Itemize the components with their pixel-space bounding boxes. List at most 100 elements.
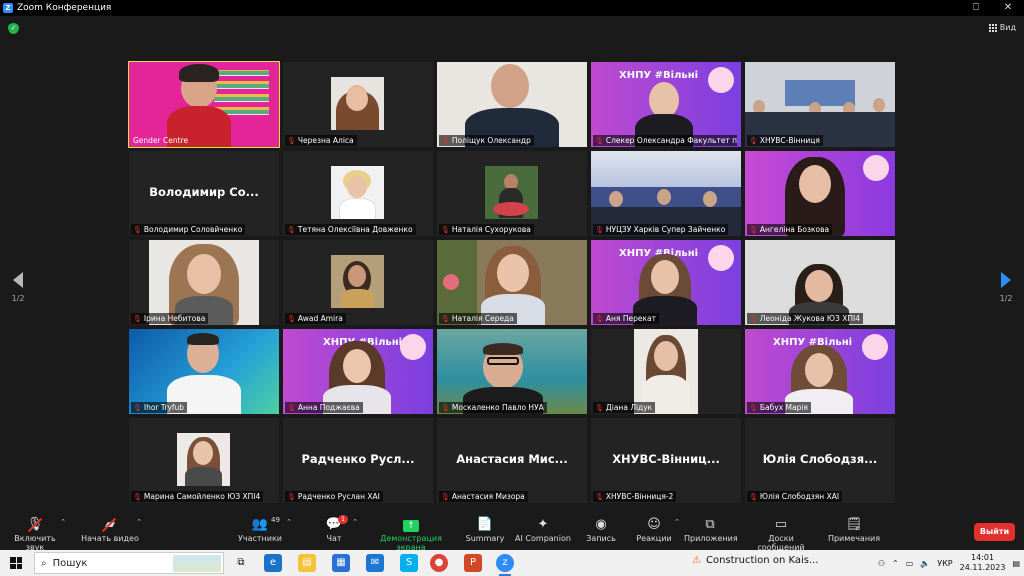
skype-icon[interactable]: S [400, 554, 418, 572]
unmute-button[interactable]: 🎙 ⌃ Включить звук [4, 516, 66, 552]
video-options-chevron-icon[interactable]: ⌃ [136, 518, 142, 526]
chat-button[interactable]: 💬 1 ⌃ Чат [318, 515, 358, 550]
participant-tile[interactable]: 🎙 Черезна Аліса [283, 62, 433, 147]
zoom-taskbar-icon[interactable]: z [496, 554, 514, 576]
participants-chevron-icon[interactable]: ⌃ [286, 518, 292, 526]
overflow-chevron-icon[interactable]: ⌃ [892, 559, 899, 568]
participant-tile[interactable]: ХНПУ #Вільні 🎙 Слекер Олександра Факульте… [591, 62, 741, 147]
participant-name: ХНУВС-Вінниця [759, 136, 820, 145]
summary-label: Summary [465, 534, 505, 543]
record-label: Запись [586, 534, 616, 543]
shield-icon[interactable]: ✓ [8, 23, 19, 34]
participant-tile[interactable]: Анастасия Мис... 🎙 Анастасия Мизора [437, 418, 587, 503]
next-page-button[interactable]: 1/2 [996, 272, 1016, 303]
participant-photo [177, 433, 230, 486]
store-icon[interactable]: ▦ [332, 554, 350, 572]
apps-icon: ⧉ [705, 517, 715, 532]
participant-tile[interactable]: 🎙 НУЦЗУ Харків Супер Зайченко [591, 151, 741, 236]
notifications-icon[interactable]: ▤ [1012, 559, 1020, 568]
volume-icon[interactable]: 🔈 [920, 559, 930, 568]
participant-tile[interactable]: 🎙 Awad Amira [283, 240, 433, 325]
participant-name: Наталія Середа [451, 314, 514, 323]
view-button[interactable]: Вид [988, 23, 1016, 32]
participant-name-tag: Gender Centre [131, 135, 191, 146]
participant-display-name: ХНУВС-Вінниц... [612, 452, 720, 466]
participant-tile[interactable]: Gender Centre [128, 61, 280, 148]
clock-date: 24.11.2023 [959, 563, 1006, 572]
participants-button[interactable]: 👥 49 ⌃ Участники [236, 516, 292, 550]
participant-name-tag: 🎙 Тетяна Олексіївна Довженко [285, 224, 416, 235]
task-view-icon[interactable]: ⧉ [232, 554, 250, 572]
participant-tile[interactable]: ХНПУ #Вільні 🎙 Бабух Марія [745, 329, 895, 414]
page-indicator-right: 1/2 [999, 294, 1013, 303]
windows-start-icon[interactable] [10, 557, 22, 569]
participant-tile[interactable]: 🎙 Ірина Небитова [129, 240, 279, 325]
participant-name: Анастасия Мизора [451, 492, 525, 501]
whiteboards-button[interactable]: ▭ Доски сообщений [744, 516, 818, 552]
ai-companion-button[interactable]: ✦ AI Companion [514, 516, 572, 550]
restore-window-button[interactable]: ⎕ [960, 0, 992, 16]
weather-news-widget[interactable]: ⚠ Construction on Kais... [692, 555, 819, 566]
summary-button[interactable]: 📄 Summary [464, 516, 506, 550]
edge-browser-icon[interactable]: e [264, 554, 282, 572]
keyboard-language[interactable]: УКР [937, 559, 952, 568]
muted-mic-icon: 🎙 [749, 403, 758, 412]
apps-button[interactable]: ⧉ Приложения [684, 516, 738, 550]
muted-mic-icon: 🎙 [133, 492, 142, 501]
participant-tile[interactable]: 🎙 Ihor Tryfub [129, 329, 279, 414]
participant-tile[interactable]: 🎙 Леоніда Жукова ЮЗ ХПІ4 [745, 240, 895, 325]
participant-tile[interactable]: Володимир Со... 🎙 Володимир Соловйченко [129, 151, 279, 236]
participant-tile[interactable]: Радченко Русл... 🎙 Радченко Руслан ХАІ [283, 418, 433, 503]
participant-tile[interactable]: 🎙 Москаленко Павло НУА [437, 329, 587, 414]
participant-tile[interactable]: 🎙 Наталія Середа [437, 240, 587, 325]
close-window-button[interactable]: ✕ [992, 0, 1024, 16]
participant-tile[interactable]: 🎙 ХНУВС-Вінниця [745, 62, 895, 147]
meeting-toolbar: 🎙 ⌃ Включить звук ▰ ⌃ Начать видео 👥 49 … [0, 514, 1024, 552]
participant-tile[interactable]: 🎙 Поліщук Олександр [437, 62, 587, 147]
participant-tile[interactable]: ХНПУ #Вільні 🎙 Анна Поджаєва [283, 329, 433, 414]
chrome-icon[interactable]: ● [430, 554, 448, 572]
participant-name-tag: 🎙 Москаленко Павло НУА [439, 402, 547, 413]
person-icon[interactable]: ⚇ [878, 559, 885, 568]
file-explorer-icon[interactable]: ▤ [298, 554, 316, 572]
participant-name-tag: 🎙 Анастасия Мизора [439, 491, 528, 502]
participant-name-tag: 🎙 Володимир Соловйченко [131, 224, 246, 235]
muted-mic-icon: 🎙 [133, 314, 142, 323]
taskbar-search-box[interactable]: ⌕ Пошук [34, 552, 224, 574]
participant-name-tag: 🎙 Наталія Середа [439, 313, 517, 324]
muted-mic-icon: 🎙 [441, 314, 450, 323]
previous-page-button[interactable]: 1/2 [8, 272, 28, 303]
audio-options-chevron-icon[interactable]: ⌃ [60, 518, 66, 526]
search-placeholder: Пошук [52, 557, 88, 569]
notes-button[interactable]: 🗒 Примечания [826, 516, 882, 550]
participant-tile[interactable]: 🎙 Тетяна Олексіївна Довженко [283, 151, 433, 236]
participant-tile[interactable]: 🎙 Ангеліна Бозкова [745, 151, 895, 236]
reactions-chevron-icon[interactable]: ⌃ [674, 518, 680, 526]
powerpoint-icon[interactable]: P [464, 554, 482, 572]
windows-taskbar: ⌕ Пошук ⧉ e ▤ ▦ ✉ S ● P z ⚠ Construction… [0, 550, 1024, 576]
participant-name: Юлія Слободзян ХАІ [759, 492, 840, 501]
mail-icon[interactable]: ✉ [366, 554, 384, 572]
share-screen-button[interactable]: ↑ Демонстрация экрана [366, 516, 456, 552]
participant-tile[interactable]: Юлія Слободзя... 🎙 Юлія Слободзян ХАІ [745, 418, 895, 503]
participant-tile[interactable]: ХНПУ #Вільні 🎙 Аня Перекат [591, 240, 741, 325]
reactions-button[interactable]: ☺ ⌃ Реакции [634, 516, 680, 550]
muted-mic-icon: 🎙 [595, 136, 604, 145]
participant-name-tag: 🎙 Ангеліна Бозкова [747, 224, 833, 235]
leave-button[interactable]: Выйти [974, 523, 1015, 541]
record-button[interactable]: ◉ Запись [584, 516, 618, 550]
participant-name-tag: 🎙 Марина Самойленко ЮЗ ХПІ4 [131, 491, 264, 502]
notes-label: Примечания [827, 534, 881, 543]
network-icon[interactable]: ▭ [906, 559, 914, 568]
start-video-button[interactable]: ▰ ⌃ Начать видео [78, 516, 142, 550]
chat-chevron-icon[interactable]: ⌃ [352, 518, 358, 526]
participant-tile[interactable]: ХНУВС-Вінниц... 🎙 ХНУВС-Вінниця-2 [591, 418, 741, 503]
taskbar-clock[interactable]: 14:01 24.11.2023 [960, 553, 1006, 573]
muted-mic-icon: 🎙 [133, 403, 142, 412]
participant-tile[interactable]: 🎙 Наталія Сухорукова [437, 151, 587, 236]
participant-tile[interactable]: 🎙 Діана Лідук [591, 329, 741, 414]
participant-display-name: Радченко Русл... [301, 452, 415, 466]
participant-name: Ірина Небитова [143, 314, 206, 323]
reactions-label: Реакции [636, 534, 672, 543]
participant-tile[interactable]: 🎙 Марина Самойленко ЮЗ ХПІ4 [129, 418, 279, 503]
